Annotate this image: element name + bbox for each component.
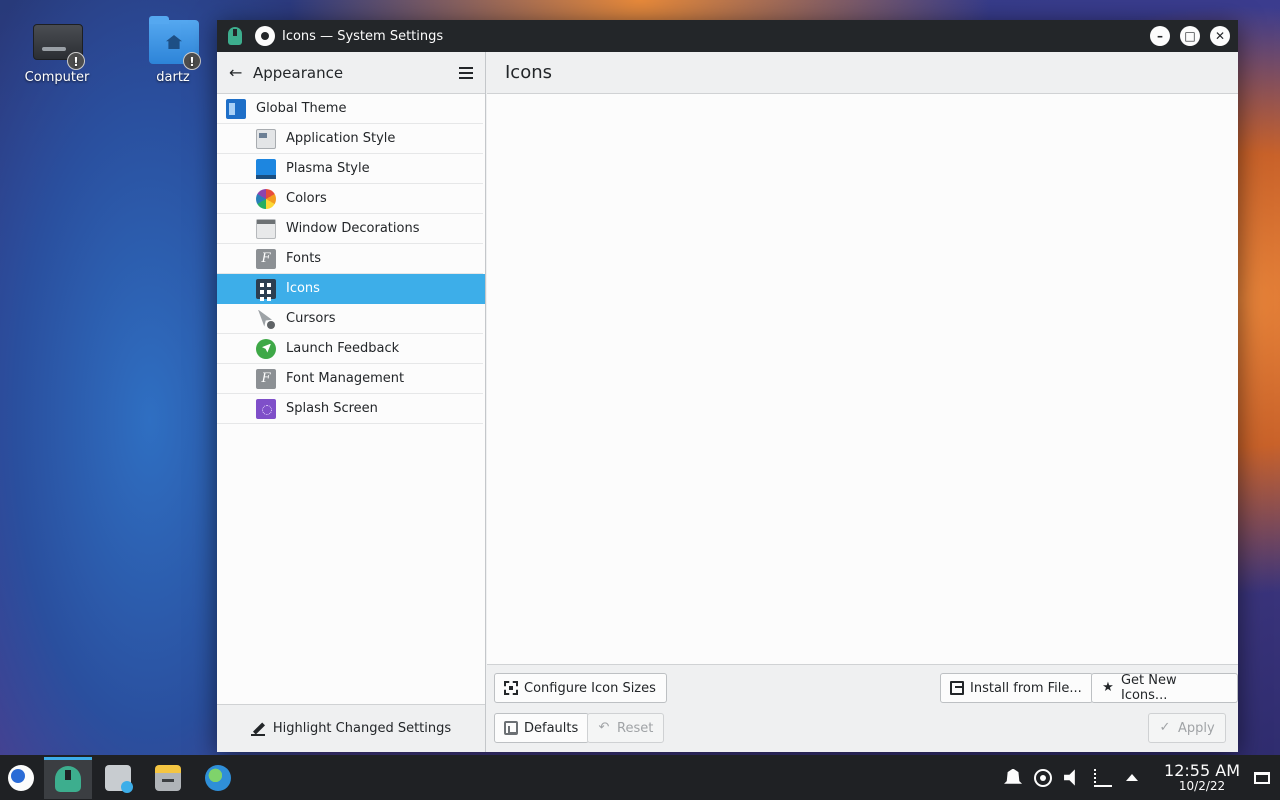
sidebar-item-splash-screen[interactable]: Splash Screen <box>217 394 483 424</box>
configure-sizes-icon <box>504 681 518 695</box>
reset-button[interactable]: ↶ Reset <box>587 713 665 743</box>
system-settings-window: Icons — System Settings – □ ✕ ← Appearan… <box>217 20 1238 752</box>
install-from-file-button[interactable]: Install from File... <box>940 673 1093 703</box>
defaults-button[interactable]: Defaults <box>494 713 590 743</box>
sidebar-item-icons[interactable]: Icons <box>217 274 485 304</box>
task-system-settings[interactable] <box>44 756 92 799</box>
install-file-icon <box>950 681 964 695</box>
discover-store-icon <box>105 764 133 793</box>
sidebar-item-label: Fonts <box>286 251 322 266</box>
sidebar-item-label: Icons <box>286 281 320 296</box>
launch-feedback-icon <box>256 338 276 359</box>
window-title: Icons — System Settings <box>282 28 444 44</box>
task-web-browser[interactable] <box>194 757 242 799</box>
system-settings-app-icon[interactable] <box>225 26 245 46</box>
close-button[interactable]: ✕ <box>1210 26 1230 46</box>
hamburger-menu-icon[interactable] <box>459 66 473 79</box>
minimize-button[interactable]: – <box>1150 26 1170 46</box>
highlight-changed-settings-button[interactable]: Highlight Changed Settings <box>217 704 485 752</box>
page-title: Icons <box>487 52 1238 94</box>
icon-theme-grid[interactable] <box>487 94 1238 665</box>
sidebar-item-window-decorations[interactable]: Window Decorations <box>217 214 483 244</box>
updates-icon[interactable] <box>1034 768 1053 787</box>
get-new-icons-button[interactable]: ★ Get New Icons... <box>1091 673 1238 703</box>
fonts-icon: F <box>256 248 276 269</box>
show-desktop-icon[interactable] <box>1254 771 1270 784</box>
desktop-icon-computer[interactable]: ! Computer <box>12 14 102 85</box>
network-icon[interactable] <box>1094 768 1113 787</box>
global-theme-icon <box>226 98 246 119</box>
sidebar-item-colors[interactable]: Colors <box>217 184 483 214</box>
system-tray <box>998 768 1146 787</box>
colors-icon <box>256 188 276 209</box>
sidebar-item-label: Application Style <box>286 131 396 146</box>
home-folder-icon: ! <box>145 14 201 70</box>
application-style-icon <box>256 128 276 149</box>
sidebar-item-fonts[interactable]: F Fonts <box>217 244 483 274</box>
task-file-manager[interactable] <box>144 757 192 799</box>
window-decorations-icon <box>256 218 276 239</box>
sidebar-title: Appearance <box>253 63 344 82</box>
undo-icon: ↶ <box>598 720 610 735</box>
sidebar-header: ← Appearance <box>217 52 485 94</box>
apply-label: Apply <box>1178 720 1215 736</box>
sidebar-item-label: Launch Feedback <box>286 341 400 356</box>
application-launcher-icon[interactable] <box>8 764 34 791</box>
splash-screen-icon <box>256 398 276 419</box>
task-discover[interactable] <box>94 757 142 799</box>
sidebar-item-launch-feedback[interactable]: Launch Feedback <box>217 334 483 364</box>
content-pane: Icons Configure Icon Sizes Install from … <box>487 52 1238 752</box>
checkmark-icon: ✓ <box>1159 720 1171 735</box>
maximize-button[interactable]: □ <box>1180 26 1200 46</box>
sidebar-item-label: Window Decorations <box>286 221 420 236</box>
configure-icon-sizes-button[interactable]: Configure Icon Sizes <box>494 673 667 703</box>
web-browser-icon <box>205 764 231 791</box>
pencil-icon <box>250 722 265 736</box>
desktop-icon-label: dartz <box>156 70 190 85</box>
back-arrow-icon[interactable]: ← <box>229 63 243 82</box>
sidebar-item-label: Splash Screen <box>286 401 378 416</box>
window-titlebar[interactable]: Icons — System Settings – □ ✕ <box>217 20 1238 52</box>
file-manager-icon <box>155 764 181 791</box>
apply-button[interactable]: ✓ Apply <box>1148 713 1226 743</box>
icons-icon <box>256 278 276 299</box>
drive-icon: ! <box>29 14 85 70</box>
plasma-style-icon <box>256 158 276 179</box>
sidebar-item-plasma-style[interactable]: Plasma Style <box>217 154 483 184</box>
defaults-label: Defaults <box>524 720 579 736</box>
highlight-changed-settings-label: Highlight Changed Settings <box>272 721 452 736</box>
cursors-icon <box>256 309 276 329</box>
system-settings-icon <box>55 766 81 792</box>
digital-clock[interactable]: 12:55 AM 10/2/22 <box>1164 760 1240 793</box>
sidebar-item-label: Plasma Style <box>286 161 370 176</box>
reset-label: Reset <box>617 720 654 736</box>
font-management-icon: F <box>256 368 276 389</box>
sidebar: ← Appearance Global Theme Application St… <box>217 52 486 752</box>
desktop-icon-label: Computer <box>24 70 90 85</box>
tray-expand-icon[interactable] <box>1126 774 1139 781</box>
star-icon: ★ <box>1102 680 1114 695</box>
install-from-file-label: Install from File... <box>970 680 1082 696</box>
sidebar-item-cursors[interactable]: Cursors <box>217 304 483 334</box>
sidebar-item-application-style[interactable]: Application Style <box>217 124 483 154</box>
desktop-icon-home-folder[interactable]: ! dartz <box>128 14 218 85</box>
clock-time: 12:55 AM <box>1164 760 1240 780</box>
sidebar-item-global-theme[interactable]: Global Theme <box>217 94 483 124</box>
volume-icon[interactable] <box>1064 769 1075 786</box>
sidebar-item-label: Cursors <box>286 311 336 326</box>
window-menu-icon[interactable] <box>255 26 275 46</box>
clock-date: 10/2/22 <box>1178 778 1226 793</box>
sidebar-item-label: Colors <box>286 191 327 206</box>
defaults-icon <box>504 721 518 735</box>
configure-icon-sizes-label: Configure Icon Sizes <box>524 680 656 696</box>
sidebar-item-label: Global Theme <box>256 101 347 116</box>
sidebar-item-label: Font Management <box>286 371 405 386</box>
taskbar: 12:55 AM 10/2/22 <box>0 755 1280 800</box>
notifications-icon[interactable] <box>1004 768 1023 784</box>
sidebar-item-font-management[interactable]: F Font Management <box>217 364 483 394</box>
get-new-icons-label: Get New Icons... <box>1120 673 1177 703</box>
